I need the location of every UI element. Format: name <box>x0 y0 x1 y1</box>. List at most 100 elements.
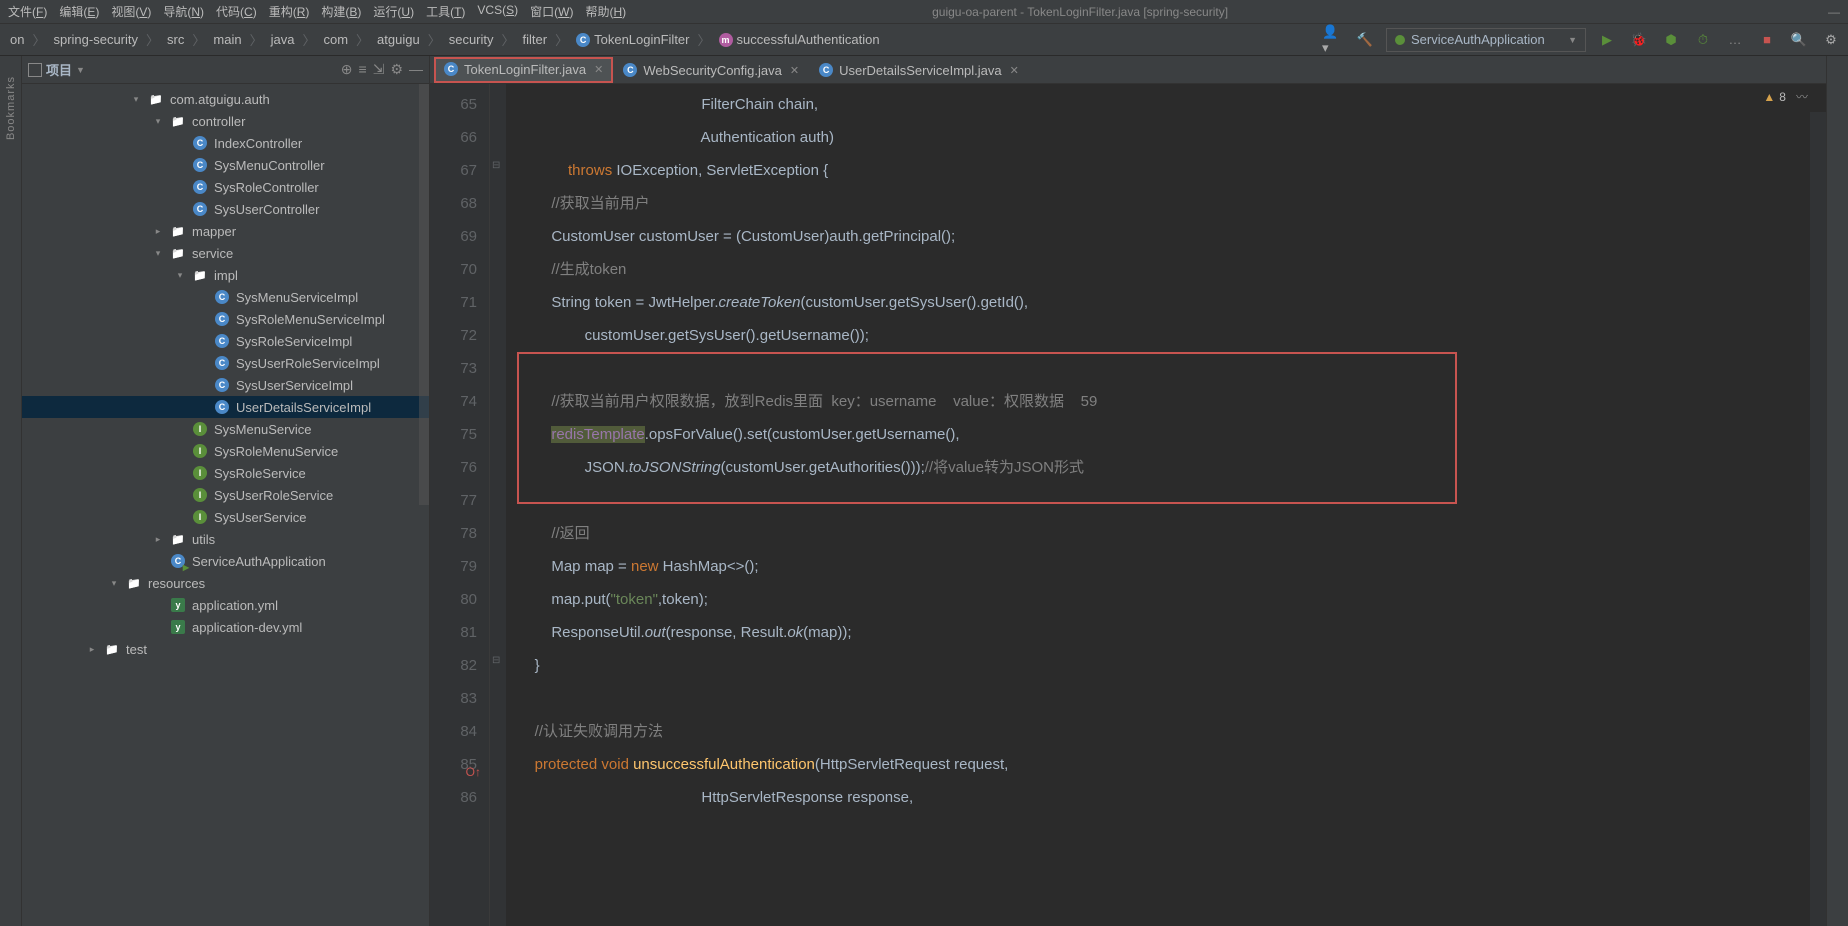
fold-marker[interactable]: ⊟ <box>492 160 500 171</box>
tree-node[interactable]: ▸test <box>22 638 429 660</box>
bookmarks-tab[interactable]: Bookmarks <box>5 76 17 140</box>
fold-gutter[interactable]: ⊟⊟ <box>490 84 506 926</box>
tree-node[interactable]: CSysRoleServiceImpl <box>22 330 429 352</box>
tree-label: application-dev.yml <box>192 620 302 635</box>
tree-node[interactable]: ▾com.atguigu.auth <box>22 88 429 110</box>
run-config-label: ServiceAuthApplication <box>1411 32 1545 47</box>
editor-tab[interactable]: CTokenLoginFilter.java✕ <box>434 57 613 83</box>
profile-icon[interactable]: ⏱ <box>1692 29 1714 51</box>
sidebar-title[interactable]: 项目 ▼ <box>28 60 85 79</box>
class-icon: C <box>214 355 230 371</box>
class-icon: C <box>576 33 590 47</box>
tree-label: SysRoleServiceImpl <box>236 334 352 349</box>
menu-item[interactable]: 构建(B) <box>321 3 361 20</box>
tree-label: application.yml <box>192 598 278 613</box>
settings-icon[interactable]: ⚙ <box>1820 29 1842 51</box>
run-icon[interactable]: ▶ <box>1596 29 1618 51</box>
tree-node[interactable]: ISysRoleService <box>22 462 429 484</box>
menu-item[interactable]: 运行(U) <box>373 3 414 20</box>
tree-label: service <box>192 246 233 261</box>
collapse-all-icon[interactable]: ⇲ <box>373 61 385 78</box>
project-sidebar: 项目 ▼ ⊕ ≡ ⇲ ⚙ — ▾com.atguigu.auth▾control… <box>22 56 430 926</box>
tree-node[interactable]: yapplication.yml <box>22 594 429 616</box>
tree-node[interactable]: CSysRoleController <box>22 176 429 198</box>
menu-item[interactable]: 重构(R) <box>269 3 310 20</box>
user-icon[interactable]: 👤▾ <box>1322 29 1344 51</box>
hammer-icon[interactable]: 🔨 <box>1354 29 1376 51</box>
tree-node[interactable]: CSysUserServiceImpl <box>22 374 429 396</box>
tree-node[interactable]: ISysMenuService <box>22 418 429 440</box>
fold-marker[interactable]: ⊟ <box>492 655 500 666</box>
menu-item[interactable]: 编辑(E) <box>59 3 99 20</box>
editor-tab[interactable]: CWebSecurityConfig.java✕ <box>613 57 809 83</box>
attach-icon[interactable]: … <box>1724 29 1746 51</box>
tree-label: SysMenuController <box>214 158 325 173</box>
breadcrumb-seg[interactable]: main <box>209 30 245 49</box>
breadcrumb-seg[interactable]: java <box>267 30 299 49</box>
tree-node[interactable]: CSysMenuController <box>22 154 429 176</box>
menu-item[interactable]: 窗口(W) <box>530 3 573 20</box>
breadcrumb-seg[interactable]: on <box>6 30 28 49</box>
select-opened-icon[interactable]: ⊕ <box>341 61 353 78</box>
menu-item[interactable]: 视图(V) <box>111 3 151 20</box>
tree-node[interactable]: ISysRoleMenuService <box>22 440 429 462</box>
hide-icon[interactable]: — <box>409 61 423 78</box>
menu-item[interactable]: 代码(C) <box>216 3 257 20</box>
breadcrumb-seg[interactable]: src <box>163 30 188 49</box>
editor-tab[interactable]: CUserDetailsServiceImpl.java✕ <box>809 57 1029 83</box>
tree-node[interactable]: ISysUserService <box>22 506 429 528</box>
tree-label: SysRoleController <box>214 180 319 195</box>
close-icon[interactable]: ✕ <box>594 63 603 76</box>
tree-node[interactable]: ▸mapper <box>22 220 429 242</box>
tree-node[interactable]: CIndexController <box>22 132 429 154</box>
tree-node[interactable]: ▾resources <box>22 572 429 594</box>
tree-node[interactable]: CSysUserRoleServiceImpl <box>22 352 429 374</box>
class-icon: C <box>192 135 208 151</box>
tree-node[interactable]: ▾controller <box>22 110 429 132</box>
interface-icon: I <box>192 487 208 503</box>
breadcrumb-seg[interactable]: atguigu <box>373 30 424 49</box>
breadcrumb-seg[interactable]: spring-security <box>49 30 142 49</box>
menu-item[interactable]: 工具(T) <box>426 3 465 20</box>
tree-node[interactable]: CUserDetailsServiceImpl <box>22 396 429 418</box>
tree-label: SysMenuService <box>214 422 312 437</box>
interface-icon: I <box>192 465 208 481</box>
scrollbar-thumb[interactable] <box>419 84 429 505</box>
code-content[interactable]: FilterChain chain, Authentication auth) … <box>506 84 1826 926</box>
debug-icon[interactable]: 🐞 <box>1628 29 1650 51</box>
stop-icon[interactable]: ■ <box>1756 29 1778 51</box>
minimize-icon[interactable]: — <box>1828 5 1840 19</box>
tree-node[interactable]: yapplication-dev.yml <box>22 616 429 638</box>
breadcrumb-seg[interactable]: filter <box>519 30 552 49</box>
tree-node[interactable]: CSysRoleMenuServiceImpl <box>22 308 429 330</box>
folder-icon <box>126 575 142 591</box>
breadcrumb-seg[interactable]: com <box>319 30 352 49</box>
close-icon[interactable]: ✕ <box>790 64 799 77</box>
breadcrumb-seg[interactable]: security <box>445 30 498 49</box>
menu-item[interactable]: 文件(F) <box>8 3 47 20</box>
class-icon: C <box>214 377 230 393</box>
tree-node[interactable]: ▾service <box>22 242 429 264</box>
close-icon[interactable]: ✕ <box>1010 64 1019 77</box>
tree-node[interactable]: C▶ServiceAuthApplication <box>22 550 429 572</box>
tree-node[interactable]: ▸utils <box>22 528 429 550</box>
expand-all-icon[interactable]: ≡ <box>359 61 367 78</box>
tree-node[interactable]: ISysUserRoleService <box>22 484 429 506</box>
code-area[interactable]: 6566676869707172737475767778798081828384… <box>430 84 1826 926</box>
class-icon: C <box>214 311 230 327</box>
menu-item[interactable]: VCS(S) <box>477 3 518 20</box>
tree-node[interactable]: ▾impl <box>22 264 429 286</box>
gear-icon[interactable]: ⚙ <box>390 61 403 78</box>
tree-node[interactable]: CSysUserController <box>22 198 429 220</box>
folder-icon <box>170 531 186 547</box>
breadcrumb-class[interactable]: CTokenLoginFilter <box>572 30 693 49</box>
run-config-selector[interactable]: ServiceAuthApplication ▼ <box>1386 28 1586 52</box>
error-stripe[interactable] <box>1810 112 1826 926</box>
breadcrumb-method[interactable]: msuccessfulAuthentication <box>715 30 884 49</box>
coverage-icon[interactable]: ⬢ <box>1660 29 1682 51</box>
project-tree[interactable]: ▾com.atguigu.auth▾controllerCIndexContro… <box>22 84 429 926</box>
menu-item[interactable]: 帮助(H) <box>585 3 626 20</box>
search-icon[interactable]: 🔍 <box>1788 29 1810 51</box>
menu-item[interactable]: 导航(N) <box>163 3 204 20</box>
tree-node[interactable]: CSysMenuServiceImpl <box>22 286 429 308</box>
